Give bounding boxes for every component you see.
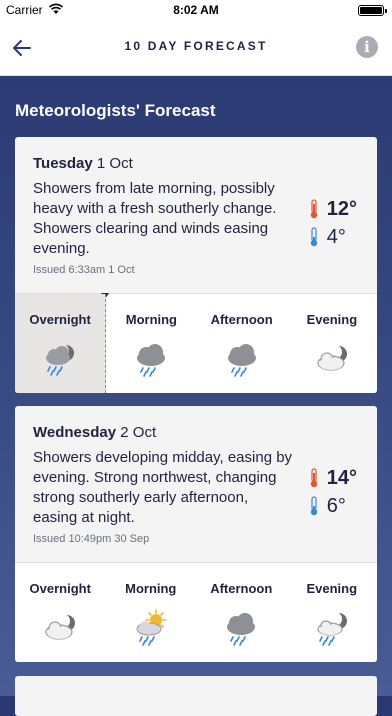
- period-afternoon[interactable]: Afternoon: [197, 294, 287, 393]
- day-name: Wednesday: [33, 424, 117, 441]
- period-strip: Overnight Morning Afternoon Evening: [15, 562, 377, 662]
- forecast-card: Tuesday 1 Oct Showers from late morning,…: [15, 137, 377, 393]
- period-label: Afternoon: [210, 581, 273, 596]
- issued-time: Issued 6:33am 1 Oct: [33, 264, 135, 276]
- period-label: Afternoon: [210, 312, 273, 327]
- forecast-date: Wednesday 2 Oct: [33, 424, 156, 441]
- period-label: Morning: [125, 581, 177, 596]
- battery-icon: [358, 5, 387, 16]
- min-temp: 4°: [326, 225, 346, 248]
- max-temp: 14°: [326, 466, 357, 489]
- day-name: Tuesday: [33, 155, 93, 172]
- moon-cloud-icon: [45, 614, 76, 640]
- nav-bar: 10 DAY FORECAST i: [0, 20, 392, 76]
- forecast-card: [15, 676, 377, 716]
- sun-cloud-rain-icon: [136, 609, 167, 646]
- section-title: Meteorologists' Forecast: [15, 101, 216, 120]
- period-morning[interactable]: Morning: [106, 563, 197, 662]
- thermometer-min-icon: [310, 227, 317, 247]
- forecast-description: Showers from late morning, possibly heav…: [33, 180, 277, 257]
- period-evening[interactable]: Evening: [287, 294, 377, 393]
- period-label: Overnight: [29, 581, 91, 596]
- period-overnight[interactable]: Overnight: [15, 563, 106, 662]
- issued-time: Issued 10:49pm 30 Sep: [33, 533, 150, 545]
- forecast-description: Showers developing midday, easing by eve…: [33, 449, 293, 526]
- moon-cloud-rain-icon: [317, 612, 347, 646]
- status-bar: Carrier 8:02 AM: [0, 0, 392, 20]
- moon-cloud-icon: [317, 345, 347, 371]
- page-title: 10 DAY FORECAST: [124, 39, 268, 53]
- moon-cloud-rain-icon: [46, 344, 75, 376]
- period-afternoon[interactable]: Afternoon: [196, 563, 287, 662]
- forecast-date: Tuesday 1 Oct: [33, 155, 133, 172]
- day-date: 1 Oct: [96, 155, 133, 172]
- thermometer-min-icon: [310, 496, 317, 516]
- thermometer-max-icon: [310, 199, 317, 219]
- thermometer-max-icon: [310, 468, 317, 488]
- period-evening[interactable]: Evening: [287, 563, 378, 662]
- temperatures: 12° 4°: [309, 195, 357, 251]
- cloud-rain-icon: [137, 344, 166, 377]
- period-label: Evening: [306, 581, 358, 596]
- period-label: Evening: [306, 312, 358, 327]
- info-icon[interactable]: i: [356, 36, 378, 58]
- max-temp: 12°: [326, 197, 357, 220]
- period-morning[interactable]: Morning: [106, 294, 196, 393]
- cloud-rain-icon: [227, 613, 256, 646]
- period-label: Overnight: [29, 312, 91, 327]
- period-overnight[interactable]: Overnight: [15, 294, 107, 393]
- forecast-card: Wednesday 2 Oct Showers developing midda…: [15, 406, 377, 662]
- temperatures: 14° 6°: [309, 464, 357, 520]
- min-temp: 6°: [326, 494, 346, 517]
- period-label: Morning: [125, 312, 177, 327]
- period-strip: Overnight Morning Afternoon Evening: [15, 293, 377, 393]
- day-date: 2 Oct: [120, 424, 157, 441]
- clock: 8:02 AM: [173, 3, 219, 17]
- cloud-rain-icon: [227, 344, 256, 377]
